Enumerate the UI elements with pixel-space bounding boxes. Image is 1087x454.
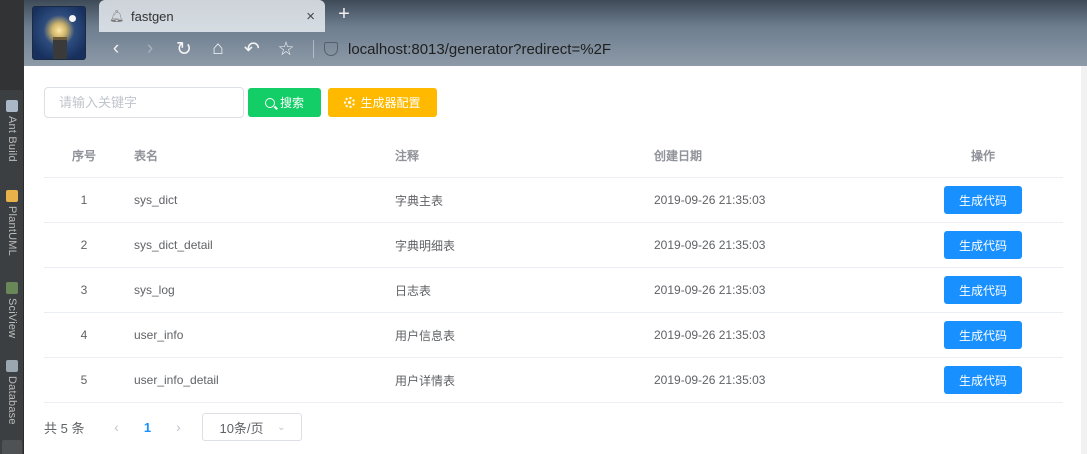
reload-button[interactable]: ↻ [167,38,201,61]
browser-window: 🔔︎ fastgen × + ‹ › ↻ ⌂ ↶ ☆ localhost:801… [24,0,1087,454]
row-index: 2 [80,238,88,252]
forward-button[interactable]: › [133,38,167,60]
next-page-button[interactable]: › [160,419,196,435]
generate-code-button[interactable]: 生成代码 [944,186,1022,214]
table-row: 5 user_info_detail 用户详情表 2019-09-26 21:3… [44,358,1063,403]
row-table-name: sys_dict_detail [134,238,213,252]
row-table-name: user_info_detail [134,373,219,387]
url-text[interactable]: localhost:8013/generator?redirect=%2F [348,41,611,58]
generator-config-button[interactable]: 生成器配置 [328,88,437,117]
ide-tool-database[interactable]: Database [0,360,24,425]
row-action-cell: 生成代码 [944,268,1022,312]
page-scrollbar[interactable] [1081,66,1087,454]
table-row: 3 sys_log 日志表 2019-09-26 21:35:03 生成代码 [44,268,1063,313]
row-index: 5 [80,373,88,387]
prev-page-button[interactable]: ‹ [98,419,134,435]
row-remark: 用户信息表 [395,328,456,343]
bell-icon: 🔔︎ [109,9,125,23]
tab-title: fastgen [131,8,174,24]
ide-strip-top [0,0,24,90]
ide-tool-label: Database [6,376,18,425]
generate-code-button[interactable]: 生成代码 [944,366,1022,394]
row-remark: 日志表 [395,283,432,298]
page-content: 搜索 生成器配置 序号 表名 注释 创建日期 操作 1 sys_dict 字典主… [24,66,1087,454]
row-date: 2019-09-26 21:35:03 [654,283,766,297]
page-size-value: 10条/页 [219,420,264,436]
ide-tool-ant-build[interactable]: Ant Build [0,100,24,162]
row-action-cell: 生成代码 [944,223,1022,267]
column-header-action: 操作 [970,148,995,163]
column-header-remark: 注释 [395,148,420,163]
row-action-cell: 生成代码 [944,358,1022,402]
database-icon [6,360,18,372]
address-bar[interactable]: localhost:8013/generator?redirect=%2F [324,41,611,58]
ide-tool-strip: Ant Build PlantUML SciView Database [0,0,24,454]
generate-code-button[interactable]: 生成代码 [944,231,1022,259]
gear-icon [344,97,356,108]
ant-icon [6,100,18,112]
browser-toolbar: 🔔︎ fastgen × + ‹ › ↻ ⌂ ↶ ☆ localhost:801… [24,0,1087,66]
search-button[interactable]: 搜索 [248,88,321,117]
row-table-name: sys_dict [134,193,178,207]
row-date: 2019-09-26 21:35:03 [654,373,766,387]
row-index: 4 [80,328,88,342]
avatar-moon [69,15,76,22]
undo-button[interactable]: ↶ [235,38,269,61]
toolbar-separator [313,40,314,58]
row-remark: 字典明细表 [395,238,456,253]
column-header-date: 创建日期 [654,148,703,163]
back-button[interactable]: ‹ [99,38,133,60]
page-size-select[interactable]: 10条/页 ⌄ [202,413,303,441]
pagination-total: 共 5 条 [44,420,85,436]
row-date: 2019-09-26 21:35:03 [654,328,766,342]
chevron-down-icon: ⌄ [277,421,286,433]
table-row: 4 user_info 用户信息表 2019-09-26 21:35:03 生成… [44,313,1063,358]
row-index: 3 [80,283,88,297]
row-date: 2019-09-26 21:35:03 [654,193,766,207]
ide-tool-plantuml[interactable]: PlantUML [0,190,24,256]
plantuml-icon [6,190,18,202]
row-remark: 用户详情表 [395,373,456,388]
row-remark: 字典主表 [395,193,444,208]
ide-tool-label: SciView [6,298,18,339]
bookmark-star-icon[interactable]: ☆ [269,38,303,61]
page-number-current[interactable]: 1 [134,420,160,435]
sciview-icon [6,282,18,294]
ide-tool-sciview[interactable]: SciView [0,282,24,338]
browser-tab[interactable]: 🔔︎ fastgen × [99,0,325,32]
column-header-name: 表名 [134,148,159,163]
table-header: 序号 表名 注释 创建日期 操作 [44,133,1063,178]
pagination: 共 5 条 ‹ 1 › 10条/页 ⌄ [44,413,303,441]
search-input[interactable] [44,87,244,118]
navigation-bar: ‹ › ↻ ⌂ ↶ ☆ localhost:8013/generator?red… [99,34,611,64]
column-header-index: 序号 [71,148,96,163]
row-index: 1 [80,193,88,207]
ide-tool-label: PlantUML [6,206,18,256]
home-button[interactable]: ⌂ [201,38,235,60]
table-row: 2 sys_dict_detail 字典明细表 2019-09-26 21:35… [44,223,1063,268]
row-date: 2019-09-26 21:35:03 [654,238,766,252]
avatar-lighthouse [53,37,67,59]
row-action-cell: 生成代码 [944,178,1022,222]
generate-code-button[interactable]: 生成代码 [944,276,1022,304]
shield-icon [324,42,338,56]
ide-strip-bottom-button[interactable] [2,440,22,454]
row-action-cell: 生成代码 [944,313,1022,357]
tab-close-icon[interactable]: × [306,8,315,25]
search-button-label: 搜索 [279,96,304,110]
row-table-name: user_info [134,328,184,342]
ide-tool-label: Ant Build [6,116,18,162]
table-row: 1 sys_dict 字典主表 2019-09-26 21:35:03 生成代码 [44,178,1063,223]
config-button-label: 生成器配置 [360,96,421,110]
profile-avatar[interactable] [32,6,86,60]
generator-table: 序号 表名 注释 创建日期 操作 1 sys_dict 字典主表 2019-09… [44,133,1063,403]
search-icon [264,97,275,108]
generate-code-button[interactable]: 生成代码 [944,321,1022,349]
new-tab-button[interactable]: + [334,4,354,24]
row-table-name: sys_log [134,283,175,297]
